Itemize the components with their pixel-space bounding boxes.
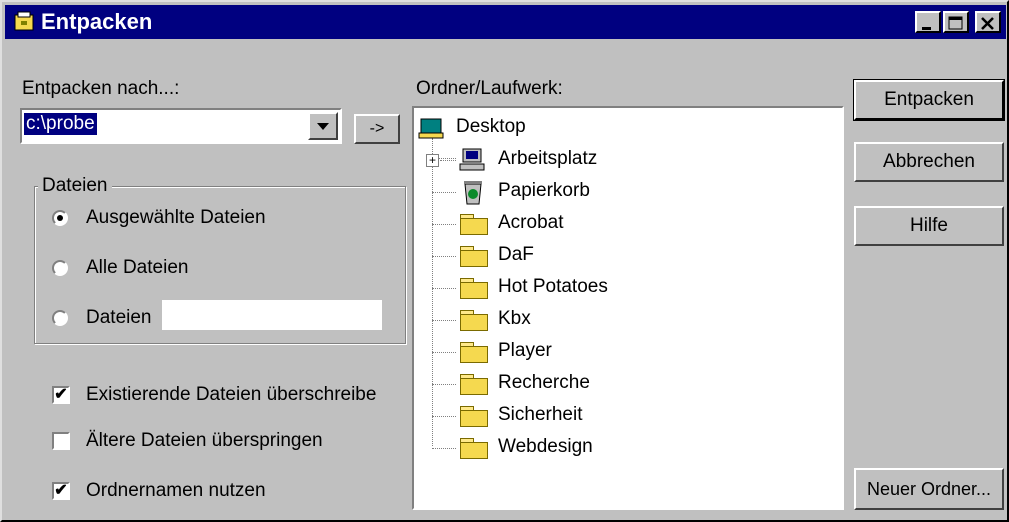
tree-item-sicherheit[interactable]: Sicherheit <box>414 400 834 432</box>
tree-line <box>440 160 456 161</box>
destination-value[interactable]: c:\probe <box>24 113 97 135</box>
tree-line <box>432 192 456 193</box>
files-group-title: Dateien <box>38 175 112 197</box>
folder-icon <box>460 342 488 363</box>
chevron-down-icon <box>317 123 329 130</box>
radio-all-files-label[interactable]: Alle Dateien <box>86 257 188 279</box>
tree-item-webdesign[interactable]: Webdesign <box>414 432 834 464</box>
tree-line <box>432 352 456 353</box>
tree-label: Hot Potatoes <box>498 276 608 297</box>
tree-label: Recherche <box>498 372 590 393</box>
cancel-button[interactable]: Abbrechen <box>854 142 1004 182</box>
unzip-dialog: Entpacken Entpacken nach...: c:\probe ->… <box>0 0 1009 522</box>
close-icon <box>981 17 994 30</box>
tree-item-desktop[interactable]: Desktop <box>414 112 834 144</box>
use-folder-names-label[interactable]: Ordnernamen nutzen <box>86 480 266 502</box>
tree-item-player[interactable]: Player <box>414 336 834 368</box>
tree-label: Acrobat <box>498 212 564 233</box>
extract-button[interactable]: Entpacken <box>853 79 1005 121</box>
skip-older-label[interactable]: Ältere Dateien überspringen <box>86 430 323 452</box>
tree-item-recherche[interactable]: Recherche <box>414 368 834 400</box>
tree-item-hot-potatoes[interactable]: Hot Potatoes <box>414 272 834 304</box>
tree-label: Player <box>498 340 552 361</box>
minimize-icon <box>922 27 931 30</box>
tree-item-acrobat[interactable]: Acrobat <box>414 208 834 240</box>
maximize-icon <box>948 16 963 30</box>
radio-files-pattern-label[interactable]: Dateien <box>86 307 152 329</box>
files-pattern-input[interactable] <box>162 300 382 330</box>
browse-arrow-button[interactable]: -> <box>354 114 400 144</box>
radio-files-pattern[interactable] <box>52 310 68 326</box>
use-folder-names-checkbox[interactable]: ✔ <box>52 482 70 500</box>
destination-label: Entpacken nach...: <box>22 78 180 99</box>
folder-icon <box>460 310 488 331</box>
new-folder-button[interactable]: Neuer Ordner... <box>854 468 1004 510</box>
tree-line <box>432 288 456 289</box>
tree-label: Arbeitsplatz <box>498 148 598 169</box>
window-title: Entpacken <box>41 9 153 34</box>
folder-tree[interactable]: Desktop + Arbeitsplatz Papierkorb Acroba… <box>412 106 844 510</box>
radio-selected-files[interactable] <box>52 210 68 226</box>
app-icon <box>14 11 34 31</box>
tree-item-kbx[interactable]: Kbx <box>414 304 834 336</box>
tree-label-desktop: Desktop <box>456 116 526 137</box>
overwrite-label[interactable]: Existierende Dateien überschreibe <box>86 384 376 406</box>
tree-item-daf[interactable]: DaF <box>414 240 834 272</box>
folder-icon <box>460 278 488 299</box>
close-button[interactable] <box>975 11 1001 33</box>
dropdown-button[interactable] <box>308 112 338 140</box>
tree-line <box>432 448 456 449</box>
folder-icon <box>460 406 488 427</box>
desktop-icon <box>418 118 444 139</box>
tree-label: Papierkorb <box>498 180 590 201</box>
recycle-bin-icon <box>464 181 482 205</box>
computer-icon <box>459 148 485 171</box>
folder-icon <box>460 214 488 235</box>
minimize-button[interactable] <box>915 11 941 33</box>
tree-label: Webdesign <box>498 436 593 457</box>
expand-icon[interactable]: + <box>426 154 439 167</box>
tree-item-papierkorb[interactable]: Papierkorb <box>414 176 834 208</box>
tree-label: DaF <box>498 244 534 265</box>
tree-item-arbeitsplatz[interactable]: + Arbeitsplatz <box>414 144 834 176</box>
help-button[interactable]: Hilfe <box>854 206 1004 246</box>
folder-icon <box>460 246 488 267</box>
tree-line <box>432 320 456 321</box>
title-bar[interactable]: Entpacken <box>5 5 1006 39</box>
skip-older-checkbox[interactable] <box>52 432 70 450</box>
radio-selected-files-label[interactable]: Ausgewählte Dateien <box>86 207 266 229</box>
radio-all-files[interactable] <box>52 260 68 276</box>
maximize-button[interactable] <box>943 11 969 33</box>
tree-line <box>432 416 456 417</box>
folder-drive-label: Ordner/Laufwerk: <box>416 78 563 99</box>
radio-dot <box>57 215 63 221</box>
tree-line <box>432 256 456 257</box>
folder-icon <box>460 374 488 395</box>
tree-label: Sicherheit <box>498 404 583 425</box>
tree-line <box>432 224 456 225</box>
destination-combobox[interactable]: c:\probe <box>20 108 342 144</box>
tree-label: Kbx <box>498 308 531 329</box>
folder-icon <box>460 438 488 459</box>
tree-line <box>432 384 456 385</box>
overwrite-checkbox[interactable]: ✔ <box>52 386 70 404</box>
